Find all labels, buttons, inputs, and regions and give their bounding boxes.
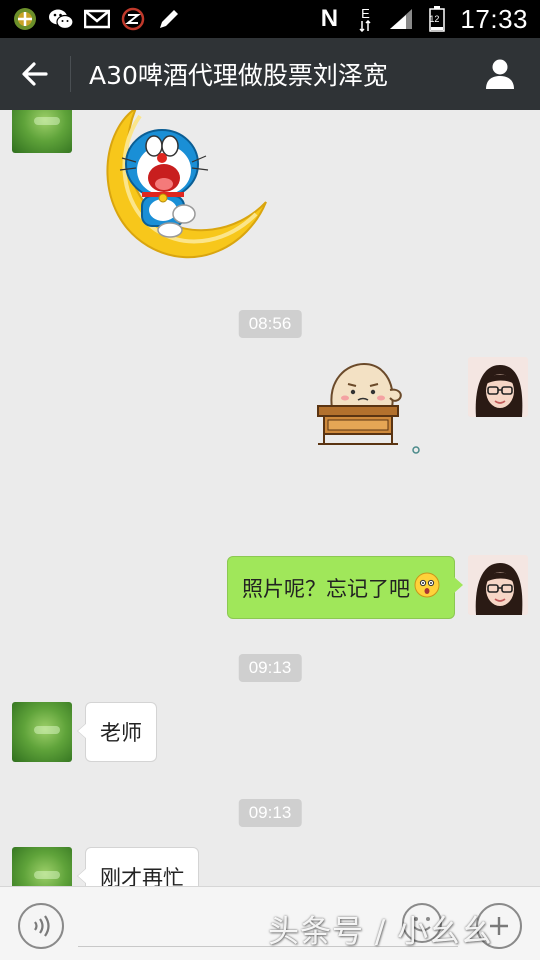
my-avatar[interactable]: [468, 555, 528, 615]
status-bar: N E 12 17:33: [0, 0, 540, 38]
contact-avatar[interactable]: [12, 702, 72, 762]
chat-title: A30啤酒代理做股票刘泽宽: [89, 61, 388, 90]
arrow-left-icon: [22, 62, 48, 86]
message-text: 刚才再忙: [100, 866, 184, 886]
incoming-message[interactable]: 老师: [77, 702, 157, 762]
contact-avatar[interactable]: [12, 847, 72, 886]
status-time: 17:33: [460, 3, 528, 34]
my-avatar[interactable]: [468, 357, 528, 417]
title-divider: [70, 56, 71, 92]
back-button[interactable]: [0, 38, 70, 110]
surprised-emoji-icon: [414, 572, 440, 603]
wechat-icon: [48, 6, 74, 32]
nfc-icon: N: [320, 5, 339, 32]
network-type-icon: E: [352, 6, 378, 32]
app-icon: [12, 6, 38, 32]
chat-header: A30啤酒代理做股票刘泽宽: [0, 38, 540, 110]
message-list[interactable]: 08:56 照片呢？忘记了吧 09:13 老师 09:13 刚才再忙: [0, 110, 540, 886]
incoming-message[interactable]: 刚才再忙: [77, 847, 199, 886]
doraemon-on-moon-sticker[interactable]: [96, 110, 268, 266]
message-text: 照片呢？忘记了吧: [242, 576, 410, 601]
watermark: 头条号 / 小幺幺: [268, 914, 494, 950]
chat-info-button[interactable]: [460, 38, 540, 110]
pen-icon: [156, 6, 182, 32]
blob-at-desk-sticker[interactable]: [312, 360, 422, 460]
z-app-icon: [120, 6, 146, 32]
timestamp: 09:13: [238, 799, 302, 827]
voice-button[interactable]: [18, 903, 64, 949]
signal-icon: [388, 6, 414, 32]
message-text: 老师: [100, 721, 142, 745]
timestamp: 08:56: [238, 310, 302, 338]
timestamp: 09:13: [238, 654, 302, 682]
outgoing-message[interactable]: 照片呢？忘记了吧: [227, 556, 463, 619]
battery-icon: 12: [424, 6, 450, 32]
person-icon: [486, 59, 514, 89]
voice-icon: [34, 915, 50, 937]
mail-icon: [84, 6, 110, 32]
contact-avatar[interactable]: [12, 110, 72, 153]
